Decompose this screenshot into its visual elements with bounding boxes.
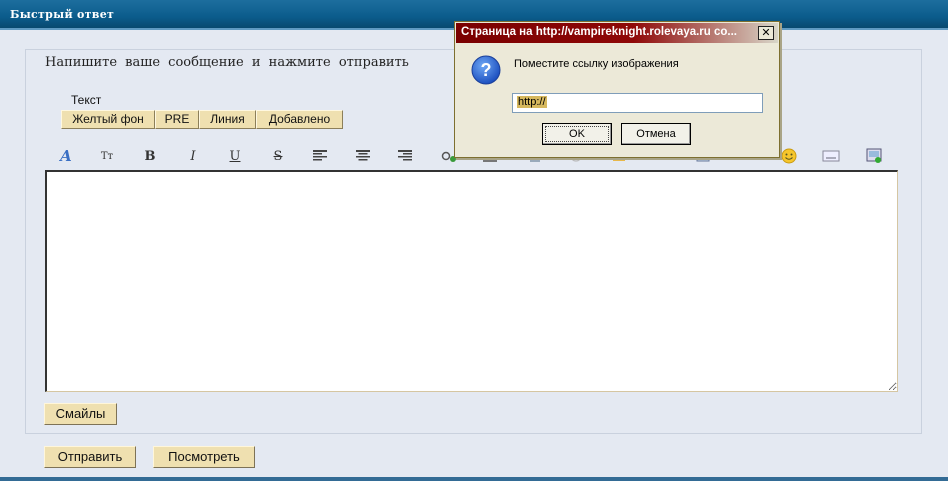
image-url-value: http://: [517, 96, 547, 108]
italic-icon[interactable]: I: [182, 146, 204, 166]
media-icon[interactable]: [863, 146, 885, 166]
dialog-title: Страница на http://vampireknight.rolevay…: [461, 26, 738, 38]
yellow-bg-button[interactable]: Желтый фон: [61, 110, 155, 129]
align-center-icon[interactable]: [352, 146, 374, 166]
bold-icon[interactable]: B: [139, 146, 161, 166]
added-button[interactable]: Добавлено: [256, 110, 343, 129]
strikethrough-icon[interactable]: S: [267, 146, 289, 166]
smiley-icon[interactable]: [778, 146, 800, 166]
dialog-titlebar[interactable]: Страница на http://vampireknight.rolevay…: [456, 23, 778, 43]
preview-button[interactable]: Посмотреть: [153, 446, 255, 468]
font-color-icon[interactable]: A: [55, 146, 77, 166]
header-title: Быстрый ответ: [10, 8, 115, 21]
align-left-icon[interactable]: [309, 146, 331, 166]
smileys-button[interactable]: Смайлы: [44, 403, 117, 425]
message-editor[interactable]: [45, 170, 898, 392]
cancel-button[interactable]: Отмена: [621, 123, 691, 145]
keyboard-icon[interactable]: [820, 146, 842, 166]
underline-icon[interactable]: U: [224, 146, 246, 166]
format-buttons-row: Желтый фон PRE Линия Добавлено: [61, 110, 343, 129]
pre-button[interactable]: PRE: [155, 110, 199, 129]
svg-text:?: ?: [481, 60, 492, 80]
image-url-dialog: Страница на http://vampireknight.rolevay…: [454, 21, 780, 158]
image-url-input[interactable]: http://: [512, 93, 763, 113]
submit-button[interactable]: Отправить: [44, 446, 136, 468]
footer-line: [0, 477, 948, 481]
dialog-message: Поместите ссылку изображения: [514, 58, 679, 70]
prompt-text: Напишите ваше сообщение и нажмите отправ…: [45, 55, 409, 70]
text-label: Текст: [71, 93, 102, 107]
close-icon[interactable]: ✕: [758, 26, 774, 40]
line-button[interactable]: Линия: [199, 110, 256, 129]
question-icon: ?: [471, 55, 501, 85]
font-size-icon[interactable]: Tт: [96, 146, 118, 166]
ok-button[interactable]: OK: [542, 123, 612, 145]
align-right-icon[interactable]: [394, 146, 416, 166]
